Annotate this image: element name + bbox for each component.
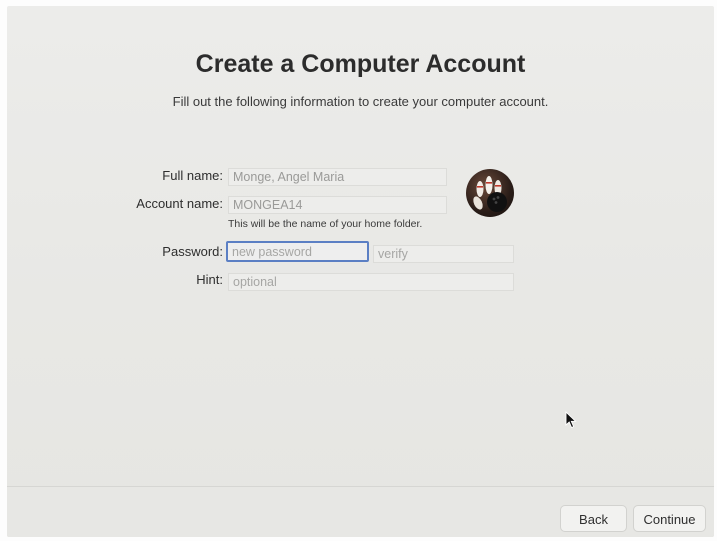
user-picture[interactable]: [466, 169, 514, 217]
hint-field[interactable]: [228, 273, 514, 291]
back-button[interactable]: Back: [560, 505, 627, 532]
verify-password-field[interactable]: [373, 245, 514, 263]
hint-label: Hint:: [196, 272, 223, 287]
photo-frame: Create a Computer Account Fill out the f…: [0, 0, 717, 541]
page-title: Create a Computer Account: [195, 50, 526, 78]
navigation-bar: Back Continue: [7, 486, 714, 537]
mouse-pointer-icon: [565, 411, 577, 429]
full-name-field[interactable]: [228, 168, 447, 186]
setup-assistant-screen: Create a Computer Account Fill out the f…: [7, 6, 714, 537]
account-name-label: Account name:: [136, 196, 223, 211]
full-name-label: Full name:: [162, 168, 223, 183]
home-folder-note: This will be the name of your home folde…: [228, 218, 423, 230]
password-label: Password:: [162, 244, 223, 259]
new-password-field[interactable]: [226, 241, 369, 262]
page-subtitle: Fill out the following information to cr…: [172, 94, 549, 109]
continue-button[interactable]: Continue: [633, 505, 706, 532]
bowling-pins-icon: [473, 176, 507, 212]
account-name-field[interactable]: [228, 196, 447, 214]
